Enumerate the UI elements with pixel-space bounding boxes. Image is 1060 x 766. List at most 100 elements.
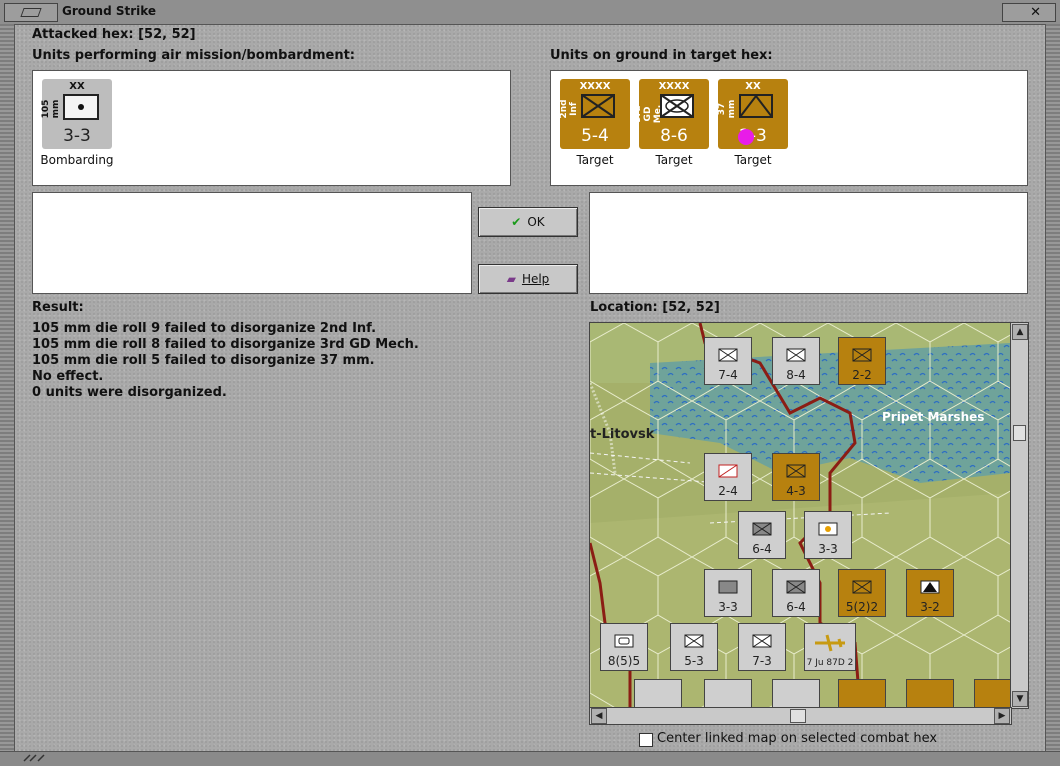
map-unit-strength: 6-4 — [752, 542, 772, 556]
strength-badge — [738, 129, 754, 145]
unit-strength: 8-6 — [660, 126, 688, 146]
resize-grip-icon[interactable] — [22, 752, 52, 762]
air-units-panel: XX 105 mm 3-3 Bombarding — [32, 70, 511, 186]
unit-counter[interactable]: XX 37 mm 2-3 — [717, 79, 788, 149]
map-unit-counter[interactable]: 3-3 — [804, 511, 852, 559]
mountain-symbol-icon — [786, 464, 806, 478]
location-map[interactable]: t-Litovsk Pripet Marshes 7-4 8-4 2-2 2-4… — [589, 322, 1011, 709]
window-title: Ground Strike — [62, 4, 157, 18]
mech-symbol-icon — [786, 580, 806, 594]
map-unit-counter[interactable]: 4-3 — [772, 453, 820, 501]
scroll-up-icon[interactable]: ▲ — [1012, 324, 1028, 340]
result-label: Result: — [32, 300, 84, 315]
unit-designation: 2nd Inf — [559, 99, 579, 119]
map-place-label: t-Litovsk — [590, 427, 655, 442]
unit-caption: Target — [734, 153, 772, 167]
map-unit-strength: 8(5)5 — [607, 654, 641, 668]
map-unit-counter[interactable]: 2-4 — [704, 453, 752, 501]
map-unit-counter[interactable]: 3-3 — [704, 569, 752, 617]
map-unit-strength: 5(2)2 — [845, 600, 879, 614]
unit-counter[interactable]: XXXX 2nd Inf 5-4 — [559, 79, 630, 149]
close-button[interactable]: ✕ — [1002, 3, 1056, 22]
unit-counter[interactable]: XX 105 mm 3-3 — [41, 79, 112, 149]
unit-strength: 5-4 — [581, 126, 609, 146]
armor-symbol-icon — [752, 522, 772, 536]
unit-designation: 37 mm — [717, 99, 737, 119]
unit-size: XXXX — [658, 81, 690, 92]
ok-label: OK — [527, 215, 545, 229]
close-icon: ✕ — [1030, 5, 1041, 20]
scroll-right-icon[interactable]: ▶ — [994, 708, 1010, 724]
map-unit-counter[interactable]: 6-4 — [738, 511, 786, 559]
ground-details-panel — [589, 192, 1028, 294]
infantry-symbol-icon — [718, 348, 738, 362]
map-unit-strength: 4-3 — [786, 484, 806, 498]
unit-caption: Target — [576, 153, 614, 167]
map-unit-counter[interactable]: 6-4 — [772, 569, 820, 617]
map-unit-strength: 3-3 — [718, 600, 738, 614]
vertical-scroll-thumb[interactable] — [1013, 425, 1026, 441]
infantry-symbol-icon — [581, 94, 615, 118]
map-air-unit-counter[interactable]: 7 Ju 87D 2 — [804, 623, 856, 671]
help-button[interactable]: ▰ Help — [478, 264, 578, 294]
infantry-symbol-icon — [752, 634, 772, 648]
map-unit-strength: 8-4 — [786, 368, 806, 382]
map-unit-strength: 2-2 — [852, 368, 872, 382]
unit-designation: 3rd GD Me. — [633, 104, 663, 124]
attacked-hex-label: Attacked hex: [52, 52] — [32, 27, 196, 42]
result-line: 105 mm die roll 8 failed to disorganize … — [32, 337, 419, 352]
map-unit-counter[interactable]: 8-4 — [772, 337, 820, 385]
map-unit-counter[interactable]: 5(2)2 — [838, 569, 886, 617]
scroll-down-icon[interactable]: ▼ — [1012, 691, 1028, 707]
result-line: 0 units were disorganized. — [32, 385, 227, 400]
map-unit-counter[interactable]: 5-3 — [670, 623, 718, 671]
map-unit-strength: 3-3 — [818, 542, 838, 556]
mountain-symbol-icon — [718, 580, 738, 594]
mech-infantry-symbol-icon — [660, 94, 694, 118]
antitank-symbol-icon — [739, 94, 773, 118]
scroll-left-icon[interactable]: ◀ — [591, 708, 607, 724]
map-unit-counter[interactable]: 7-3 — [738, 623, 786, 671]
air-units-label: Units performing air mission/bombardment… — [32, 48, 356, 63]
map-unit-counter[interactable]: 2-2 — [838, 337, 886, 385]
map-unit-counter[interactable] — [704, 679, 752, 708]
map-unit-strength: 6-4 — [786, 600, 806, 614]
ok-button[interactable]: ✔ OK — [478, 207, 578, 237]
map-unit-counter[interactable] — [838, 679, 886, 708]
map-unit-counter[interactable]: 8(5)5 — [600, 623, 648, 671]
window-icon — [20, 8, 42, 17]
unit-caption: Bombarding — [40, 153, 114, 167]
map-unit-strength: 5-3 — [684, 654, 704, 668]
map-unit-counter[interactable] — [974, 679, 1010, 708]
check-icon: ✔ — [511, 215, 522, 229]
map-unit-counter[interactable]: 7-4 — [704, 337, 752, 385]
unit-counter[interactable]: XXXX 3rd GD Me. 8-6 — [633, 79, 709, 149]
air-details-panel — [32, 192, 472, 294]
unit-size: XX — [69, 81, 85, 92]
ground-strike-window: Ground Strike ✕ Attacked hex: [52, 52] U… — [0, 0, 1060, 766]
unit-strength: 3-3 — [63, 126, 91, 146]
horizontal-scroll-thumb[interactable] — [790, 709, 806, 723]
map-horizontal-scrollbar[interactable]: ◀ ▶ — [589, 707, 1012, 725]
map-unit-counter[interactable] — [906, 679, 954, 708]
map-unit-strength: 3-2 — [920, 600, 940, 614]
map-vertical-scrollbar[interactable]: ▲ ▼ — [1010, 322, 1029, 709]
help-label: Help — [521, 272, 550, 286]
map-unit-counter[interactable] — [634, 679, 682, 708]
center-map-checkbox-label: Center linked map on selected combat hex — [657, 731, 938, 746]
infantry-symbol-icon — [684, 634, 704, 648]
hq-symbol-icon — [614, 634, 634, 648]
antitank-symbol-icon — [920, 580, 940, 594]
unit-caption: Target — [655, 153, 693, 167]
map-unit-counter[interactable] — [772, 679, 820, 708]
window-frame-right — [1045, 24, 1060, 752]
result-line: No effect. — [32, 369, 104, 384]
infantry-symbol-icon — [852, 348, 872, 362]
result-line: 105 mm die roll 5 failed to disorganize … — [32, 353, 375, 368]
book-icon: ▰ — [506, 272, 516, 286]
center-map-checkbox[interactable] — [639, 733, 653, 747]
map-unit-counter[interactable]: 3-2 — [906, 569, 954, 617]
system-menu-button[interactable] — [4, 3, 58, 22]
cavalry-symbol-icon — [718, 464, 738, 478]
map-place-label: Pripet Marshes — [882, 410, 985, 424]
